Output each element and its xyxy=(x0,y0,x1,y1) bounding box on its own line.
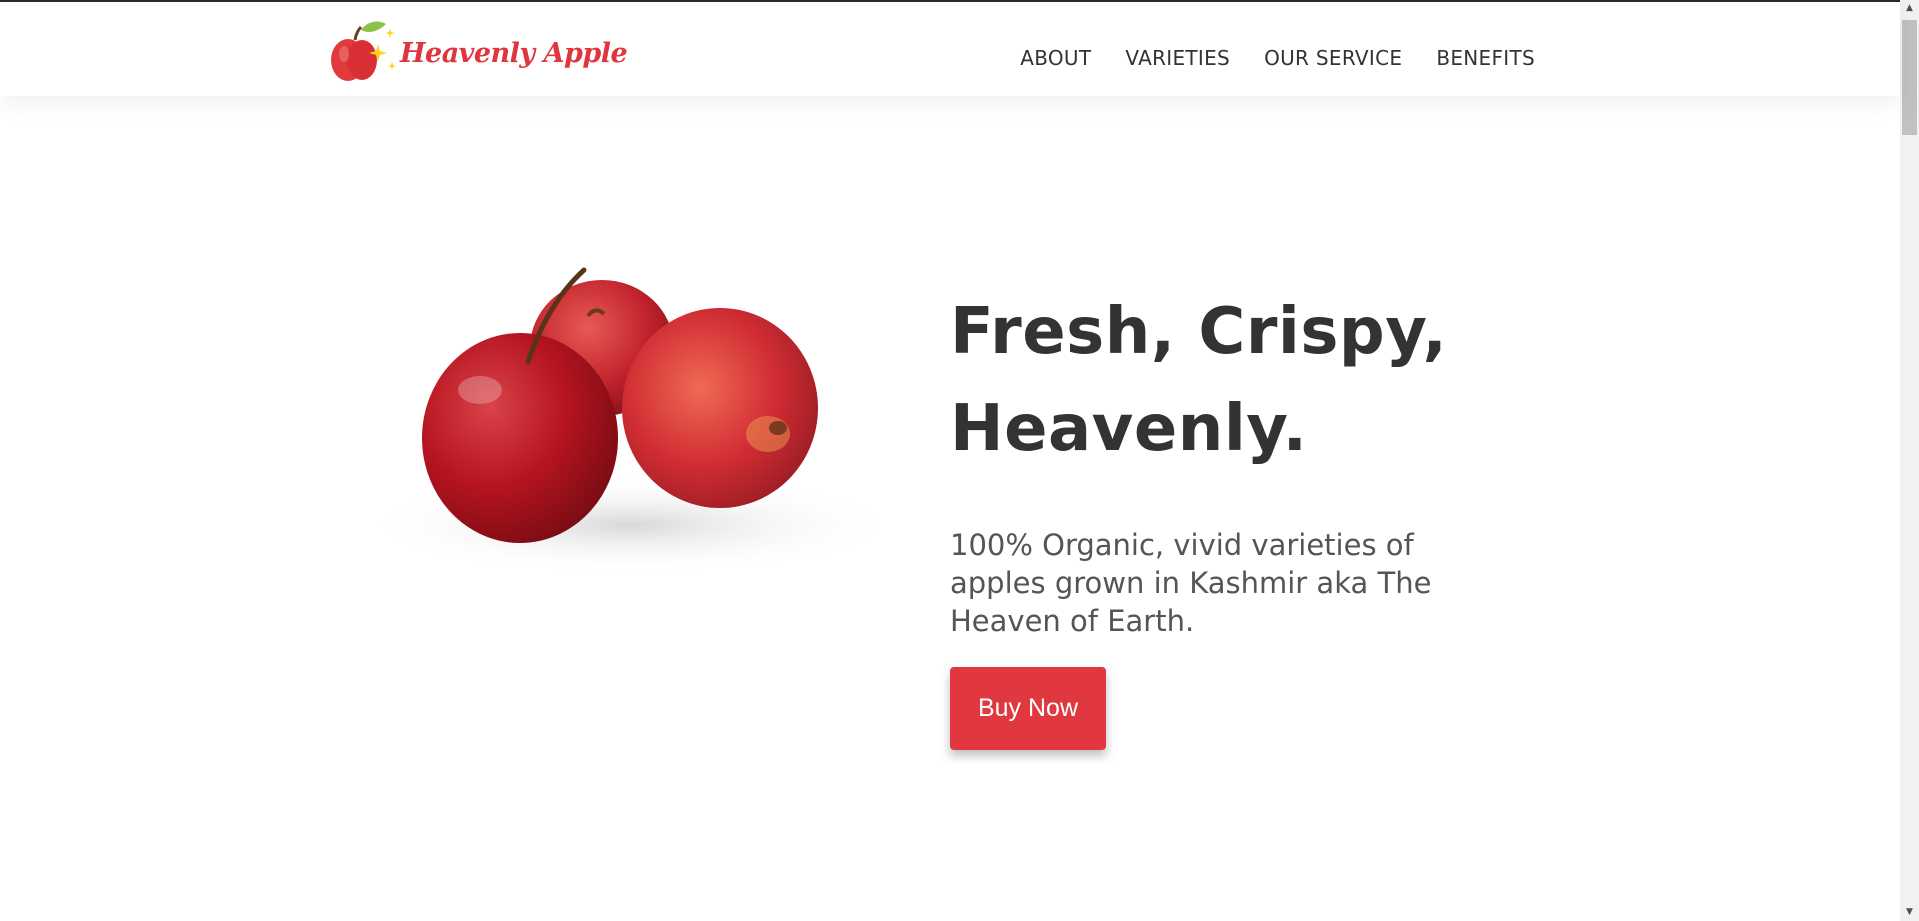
hero-apples-image xyxy=(330,220,924,630)
brand-logo[interactable]: Heavenly Apple xyxy=(328,14,628,86)
page-scrollbar[interactable]: ▲ ▼ xyxy=(1900,0,1919,921)
scroll-up-arrow-icon[interactable]: ▲ xyxy=(1900,0,1919,17)
main-nav: ABOUT VARIETIES OUR SERVICE BENEFITS xyxy=(1020,46,1535,70)
site-header: Heavenly Apple ABOUT VARIETIES OUR SERVI… xyxy=(0,2,1900,96)
hero-subtext: 100% Organic, vivid varieties of apples … xyxy=(950,528,1432,638)
apple-sparkle-icon xyxy=(331,21,396,81)
hero-headline-line1: Fresh, Crispy, xyxy=(950,295,1448,369)
brand-name: Heavenly Apple xyxy=(400,38,628,69)
scroll-down-arrow-icon[interactable]: ▼ xyxy=(1900,904,1919,921)
nav-item-about[interactable]: ABOUT xyxy=(1020,46,1091,70)
hero-headline: Fresh, Crispy, Heavenly. xyxy=(950,284,1510,478)
nav-item-our-service[interactable]: OUR SERVICE xyxy=(1264,46,1402,70)
nav-item-varieties[interactable]: VARIETIES xyxy=(1125,46,1230,70)
nav-item-benefits[interactable]: BENEFITS xyxy=(1436,46,1535,70)
scrollbar-thumb[interactable] xyxy=(1902,20,1917,135)
buy-now-button[interactable]: Buy Now xyxy=(950,667,1106,750)
hero-headline-line2: Heavenly. xyxy=(950,392,1308,466)
